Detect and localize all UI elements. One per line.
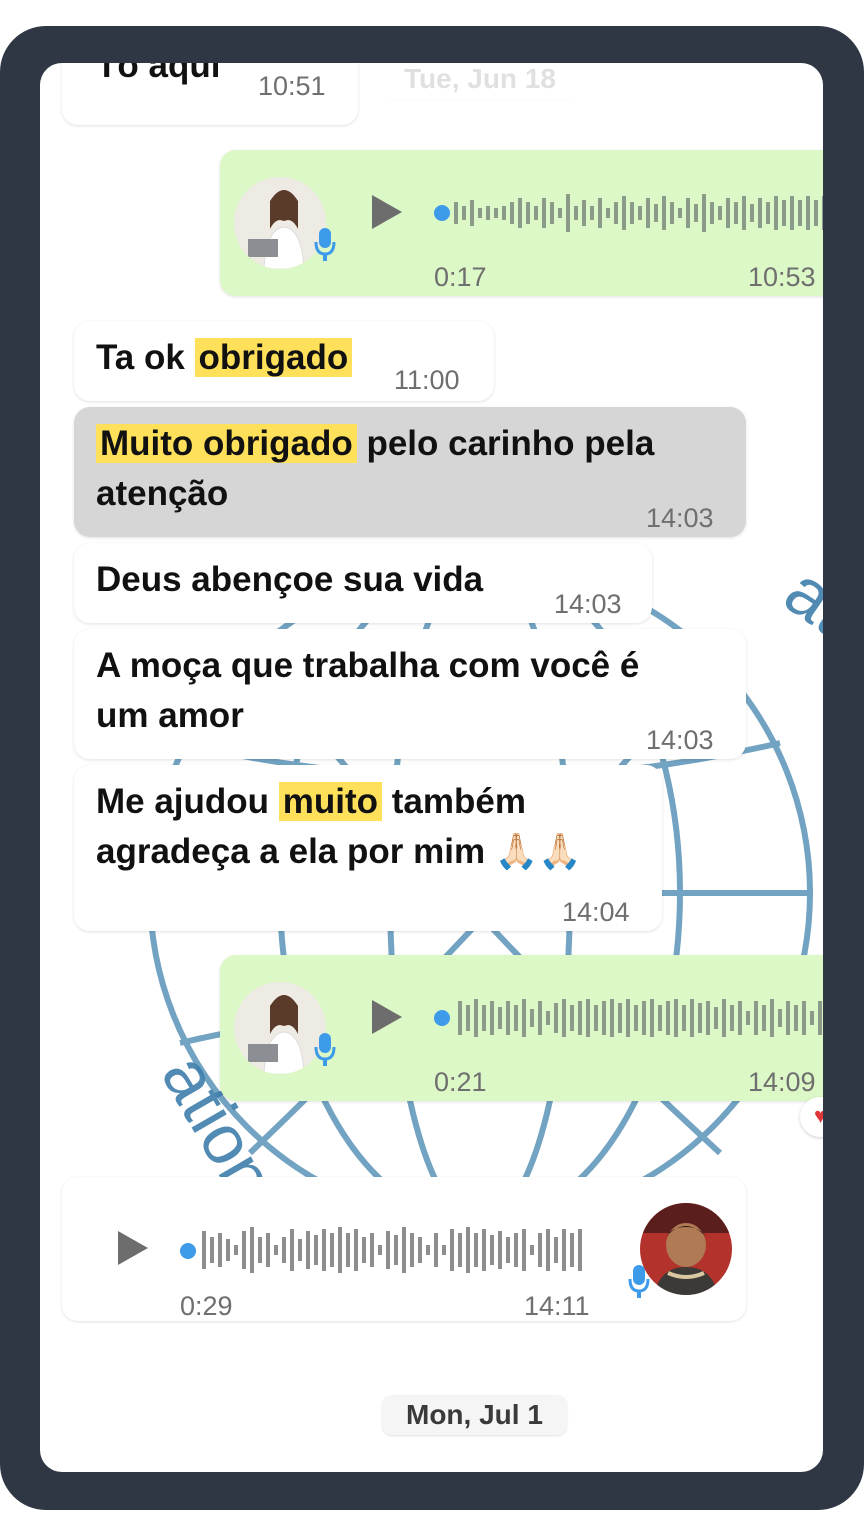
message-time: 14:03 xyxy=(646,725,714,755)
play-icon[interactable] xyxy=(118,1231,148,1265)
message-time: 10:51 xyxy=(258,71,326,101)
message-time: 14:03 xyxy=(554,589,622,619)
voice-message-incoming[interactable]: 0:29 14:11 xyxy=(62,1177,746,1321)
message-text-line2: atenção xyxy=(96,474,229,513)
avatar xyxy=(234,982,326,1074)
date-header: Mon, Jul 1 xyxy=(382,1395,567,1435)
message-time: 14:11 xyxy=(524,1291,590,1321)
voice-waveform[interactable] xyxy=(180,1225,600,1273)
message-time: 11:00 xyxy=(394,365,460,395)
voice-waveform[interactable] xyxy=(434,192,823,234)
microphone-icon xyxy=(628,1265,650,1298)
voice-duration: 0:17 xyxy=(434,262,487,292)
search-highlight: Muito obrigado xyxy=(96,424,357,463)
message-time: 10:53 xyxy=(748,262,816,292)
chat-screen: ation atio Tue, Jun 18 Tô aqui 10:51 0:1… xyxy=(40,63,823,1472)
message-text-line2: um amor xyxy=(96,696,244,735)
avatar xyxy=(234,177,326,269)
message-time: 14:09 xyxy=(748,1067,816,1097)
message-text: Muito obrigado pelo carinho pela xyxy=(96,419,654,469)
message-text: Deus abençoe sua vida xyxy=(96,560,484,599)
voice-message-outgoing[interactable]: 0:21 14:09 xyxy=(220,955,823,1101)
voice-duration: 0:29 xyxy=(180,1291,233,1321)
message-text-line2: agradeça a ela por mim 🙏🏻🙏🏻 xyxy=(96,832,582,871)
message-time: 14:03 xyxy=(646,503,714,533)
voice-message-outgoing[interactable]: 0:17 10:53 xyxy=(220,150,823,296)
microphone-icon xyxy=(314,228,336,261)
message-text: Tô aqui xyxy=(96,63,221,85)
date-header-faded: Tue, Jun 18 xyxy=(380,63,580,99)
message-time: 14:04 xyxy=(562,897,630,927)
svg-text:atio: atio xyxy=(771,551,823,680)
microphone-icon xyxy=(314,1033,336,1066)
message-bubble[interactable]: Tô aqui 10:51 xyxy=(62,63,358,125)
message-bubble[interactable]: Deus abençoe sua vida 14:03 xyxy=(74,543,652,623)
voice-duration: 0:21 xyxy=(434,1067,487,1097)
message-bubble[interactable]: Ta ok obrigado 11:00 xyxy=(74,321,494,401)
message-bubble[interactable]: A moça que trabalha com você é um amor 1… xyxy=(74,629,746,759)
message-text: A moça que trabalha com você é xyxy=(96,646,640,685)
search-highlight: obrigado xyxy=(194,338,353,377)
voice-waveform[interactable] xyxy=(434,997,823,1039)
message-text: Me ajudou muito também xyxy=(96,782,526,821)
message-bubble-selected[interactable]: Muito obrigado pelo carinho pela atenção… xyxy=(74,407,746,537)
play-icon[interactable] xyxy=(372,195,402,229)
avatar xyxy=(640,1203,732,1295)
message-bubble[interactable]: Me ajudou muito também agradeça a ela po… xyxy=(74,765,662,931)
play-icon[interactable] xyxy=(372,1000,402,1034)
message-text: Ta ok obrigado xyxy=(96,333,353,383)
search-highlight: muito xyxy=(278,782,383,821)
